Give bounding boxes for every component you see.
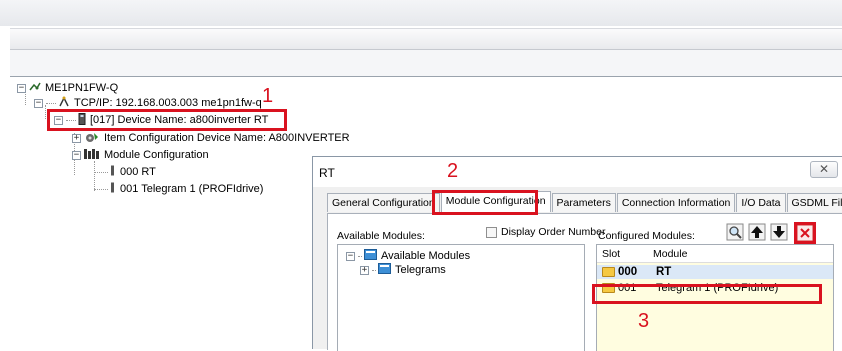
highlight-box-device: [47, 109, 287, 131]
dialog-tabs: General Configuration Module Configurati…: [327, 191, 842, 213]
display-order-checkbox[interactable]: [486, 227, 497, 238]
column-header-module[interactable]: Module: [653, 248, 687, 260]
collapse-toggle-icon[interactable]: −: [72, 150, 81, 160]
close-button[interactable]: ✕: [810, 161, 838, 178]
tab-parameters[interactable]: Parameters: [551, 193, 616, 212]
window-top-band: [0, 0, 842, 26]
tree-node-label: Available Modules: [381, 250, 471, 262]
module-icon: [110, 182, 116, 196]
close-icon: ✕: [818, 162, 830, 176]
tab-connection-information[interactable]: Connection Information: [616, 193, 736, 212]
network-icon: [29, 82, 41, 95]
move-down-button[interactable]: [770, 223, 788, 241]
slot-cell: 000: [618, 266, 638, 278]
collapse-toggle-icon[interactable]: −: [34, 98, 43, 108]
tree-node-module-rt[interactable]: 000 RT: [94, 165, 156, 179]
tree-node-label: ME1PN1FW-Q: [45, 82, 119, 94]
module-config-dialog: RT ✕ General Configuration Module Config…: [312, 156, 842, 351]
delete-icon: [796, 224, 814, 242]
configured-modules-label: Configured Modules:: [598, 230, 695, 242]
dialog-title: RT: [319, 166, 335, 180]
module-cell: RT: [656, 266, 672, 278]
available-modules-root[interactable]: − Available Modules: [346, 249, 470, 263]
display-order-label: Display Order Number: [501, 226, 606, 238]
tab-general-configuration[interactable]: General Configuration: [327, 193, 440, 212]
tree-connector: [358, 255, 362, 257]
collapse-toggle-icon[interactable]: −: [346, 251, 355, 261]
dialog-title-bar: RT ✕: [313, 157, 842, 187]
tree-node-module-configuration[interactable]: − Module Configuration: [72, 148, 209, 162]
annotation-number-1: 1: [262, 85, 274, 107]
available-modules-list[interactable]: − Available Modules + Telegrams: [337, 244, 585, 351]
search-icon: [726, 223, 744, 241]
tree-connector: [94, 188, 108, 190]
collapse-toggle-icon[interactable]: −: [17, 83, 26, 93]
available-modules-label: Available Modules:: [337, 230, 425, 242]
tree-connector: [372, 269, 376, 271]
column-header-slot[interactable]: Slot: [602, 248, 620, 260]
highlight-box-module-configuration-tab: [432, 190, 538, 215]
module-icon: [110, 165, 116, 179]
move-up-button[interactable]: [748, 223, 766, 241]
grid-header: Slot Module: [597, 245, 833, 263]
tree-node-label: 000 RT: [120, 166, 156, 178]
tree-connector: [94, 171, 108, 173]
modules-icon: [378, 263, 391, 277]
search-button[interactable]: [726, 223, 744, 241]
delete-module-button[interactable]: [794, 222, 816, 244]
tcp-icon: [58, 96, 70, 110]
expand-toggle-icon[interactable]: +: [360, 265, 369, 275]
expand-toggle-icon[interactable]: +: [72, 133, 81, 143]
tree-node-label: Module Configuration: [104, 149, 209, 161]
tree-node-root[interactable]: − ME1PN1FW-Q: [17, 81, 118, 95]
tree-node-label: Item Configuration Device Name: A800INVE…: [104, 132, 350, 144]
modules-icon: [364, 249, 377, 263]
tree-node-label: 001 Telegram 1 (PROFIdrive): [120, 183, 264, 195]
folder-icon: [602, 267, 615, 277]
available-modules-telegrams[interactable]: + Telegrams: [360, 263, 446, 277]
arrow-up-icon: [748, 223, 766, 241]
highlight-box-telegram-row: [592, 284, 822, 304]
tree-node-label: TCP/IP: 192.168.003.003 me1pn1fw-q: [74, 97, 262, 109]
tab-io-data[interactable]: I/O Data: [736, 193, 786, 212]
tree-node-module-telegram[interactable]: 001 Telegram 1 (PROFIdrive): [94, 182, 263, 196]
toolbar: [10, 28, 842, 50]
module-configuration-panel: Available Modules: Display Order Number …: [327, 213, 842, 351]
tree-connector: [46, 102, 56, 104]
tab-gsdml-file[interactable]: GSDML File: [786, 193, 842, 212]
tree-node-item-configuration[interactable]: + Item Configuration Device Name: A800IN…: [72, 131, 350, 145]
item-config-icon: [84, 131, 100, 146]
annotation-number-2: 2: [447, 160, 459, 182]
arrow-down-icon: [770, 223, 788, 241]
tree-node-label: Telegrams: [395, 264, 446, 276]
toolbar-gap: [10, 50, 842, 76]
annotation-number-3: 3: [638, 310, 650, 332]
tree-node-tcp[interactable]: − TCP/IP: 192.168.003.003 me1pn1fw-q: [34, 96, 262, 110]
table-row[interactable]: 000 RT: [597, 265, 833, 279]
module-config-icon: [84, 148, 100, 162]
